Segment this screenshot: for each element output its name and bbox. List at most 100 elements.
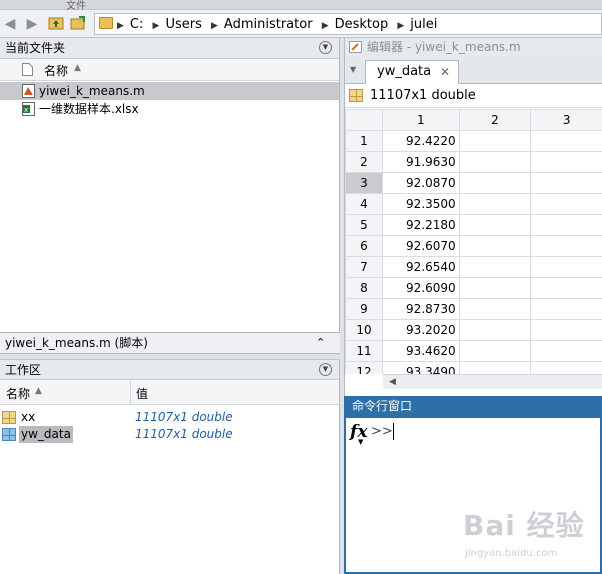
row-header-cell[interactable]: 5 (345, 214, 383, 236)
chevron-right-icon[interactable]: ▶ (153, 21, 160, 31)
row-header-cell[interactable]: 11 (345, 340, 383, 362)
column-header[interactable]: 名称 ▲ (0, 59, 339, 81)
grid-cell[interactable]: 93.3490 (381, 361, 460, 374)
chevron-right-icon[interactable]: ▶ (211, 21, 218, 31)
column-header-cell[interactable]: 2 (458, 109, 532, 131)
chevron-down-icon[interactable]: ▼ (358, 438, 363, 446)
grid-row[interactable]: 12 93.3490 (345, 361, 602, 374)
row-header-cell[interactable]: 1 (345, 130, 383, 152)
variable-row[interactable]: yw_data 11107x1 double (0, 426, 339, 443)
sort-ascending-icon[interactable]: ▲ (35, 386, 42, 396)
variable-row[interactable]: xx 11107x1 double (0, 409, 339, 426)
grid-cell[interactable]: 92.6090 (381, 277, 460, 299)
grid-row[interactable]: 3 92.0870 (345, 172, 602, 194)
chevron-right-icon[interactable]: ▶ (117, 21, 124, 31)
grid-cell[interactable] (458, 214, 532, 236)
scroll-left-icon[interactable]: ◀ (389, 375, 396, 389)
grid-cell[interactable]: 92.6070 (381, 235, 460, 257)
grid-row[interactable]: 5 92.2180 (345, 214, 602, 236)
grid-row[interactable]: 8 92.6090 (345, 277, 602, 299)
grid-cell[interactable] (530, 361, 602, 374)
row-header-cell[interactable]: 12 (345, 361, 383, 374)
details-bar[interactable]: yiwei_k_means.m (脚本) ⌃ (0, 332, 340, 354)
grid-row[interactable]: 7 92.6540 (345, 256, 602, 278)
close-icon[interactable]: ✕ (440, 61, 450, 83)
panel-menu-icon[interactable]: ▼ (319, 41, 332, 54)
column-header-cell[interactable]: 1 (381, 109, 460, 131)
grid-cell[interactable] (458, 277, 532, 299)
grid-cell[interactable] (530, 256, 602, 278)
grid-cell[interactable] (458, 340, 532, 362)
breadcrumb-item[interactable]: Users (165, 17, 201, 32)
row-header-cell[interactable]: 8 (345, 277, 383, 299)
back-arrow-icon[interactable]: ◀ (2, 16, 18, 32)
column-value-label[interactable]: 值 (136, 385, 148, 402)
grid-cell[interactable] (530, 214, 602, 236)
grid-row[interactable]: 1 92.4220 (345, 130, 602, 152)
data-grid[interactable]: 1 2 3 1 92.4220 2 91.9630 3 92.0870 4 92.3500 5 9… (345, 109, 602, 374)
row-header-cell[interactable]: 10 (345, 319, 383, 341)
row-header-cell[interactable]: 2 (345, 151, 383, 173)
grid-cell[interactable] (458, 130, 532, 152)
grid-cell[interactable] (530, 277, 602, 299)
breadcrumb-item[interactable]: Administrator (224, 17, 313, 32)
breadcrumb-item[interactable]: julei (410, 17, 437, 32)
grid-cell[interactable]: 92.0870 (381, 172, 460, 194)
grid-cell[interactable]: 92.8730 (381, 298, 460, 320)
grid-row[interactable]: 2 91.9630 (345, 151, 602, 173)
browse-folder-icon[interactable] (70, 15, 86, 31)
chevron-right-icon[interactable]: ▶ (397, 21, 404, 31)
column-divider[interactable] (130, 381, 131, 405)
grid-cell[interactable] (530, 130, 602, 152)
chevron-down-icon[interactable]: ▼ (350, 65, 356, 74)
breadcrumb-item[interactable]: Desktop (335, 17, 389, 32)
grid-row[interactable]: 4 92.3500 (345, 193, 602, 215)
breadcrumb[interactable]: ▶ C: ▶ Users ▶ Administrator ▶ Desktop ▶ jule… (94, 13, 602, 35)
forward-arrow-icon[interactable]: ▶ (24, 16, 40, 32)
chevron-up-icon[interactable]: ⌃ (316, 333, 325, 353)
grid-cell[interactable]: 92.2180 (381, 214, 460, 236)
column-header-cell[interactable]: 3 (530, 109, 602, 131)
grid-cell[interactable] (530, 319, 602, 341)
grid-cell[interactable] (458, 361, 532, 374)
grid-cell[interactable]: 93.4620 (381, 340, 460, 362)
grid-cell[interactable] (530, 151, 602, 173)
corner-cell[interactable] (345, 109, 383, 131)
row-header-cell[interactable]: 3 (345, 172, 383, 194)
grid-cell[interactable] (458, 298, 532, 320)
grid-cell[interactable] (458, 319, 532, 341)
file-row[interactable]: yiwei_k_means.m (0, 82, 339, 100)
grid-cell[interactable] (458, 172, 532, 194)
grid-cell[interactable] (530, 193, 602, 215)
file-row[interactable]: x 一维数据样本.xlsx (0, 100, 339, 118)
grid-row[interactable]: 9 92.8730 (345, 298, 602, 320)
chevron-right-icon[interactable]: ▶ (322, 21, 329, 31)
sort-ascending-icon[interactable]: ▲ (74, 63, 81, 73)
grid-row[interactable]: 6 92.6070 (345, 235, 602, 257)
grid-cell[interactable] (530, 172, 602, 194)
up-folder-icon[interactable] (48, 15, 64, 31)
column-name-label[interactable]: 名称 (6, 385, 30, 402)
grid-cell[interactable] (458, 193, 532, 215)
grid-cell[interactable]: 93.2020 (381, 319, 460, 341)
grid-row[interactable]: 11 93.4620 (345, 340, 602, 362)
grid-cell[interactable] (530, 298, 602, 320)
row-header-cell[interactable]: 6 (345, 235, 383, 257)
grid-cell[interactable] (458, 256, 532, 278)
grid-cell[interactable]: 92.6540 (381, 256, 460, 278)
row-header-cell[interactable]: 7 (345, 256, 383, 278)
grid-cell[interactable] (530, 235, 602, 257)
grid-cell[interactable] (458, 151, 532, 173)
grid-row[interactable]: 10 93.2020 (345, 319, 602, 341)
tab-yw-data[interactable]: yw_data ✕ (365, 60, 459, 84)
grid-cell[interactable]: 91.9630 (381, 151, 460, 173)
panel-menu-icon[interactable]: ▼ (319, 363, 332, 376)
row-header-cell[interactable]: 9 (345, 298, 383, 320)
grid-cell[interactable]: 92.4220 (381, 130, 460, 152)
row-header-cell[interactable]: 4 (345, 193, 383, 215)
breadcrumb-item[interactable]: C: (130, 17, 143, 32)
grid-cell[interactable] (530, 340, 602, 362)
grid-cell[interactable] (458, 235, 532, 257)
horizontal-scrollbar[interactable]: ◀ (383, 374, 602, 389)
grid-cell[interactable]: 92.3500 (381, 193, 460, 215)
